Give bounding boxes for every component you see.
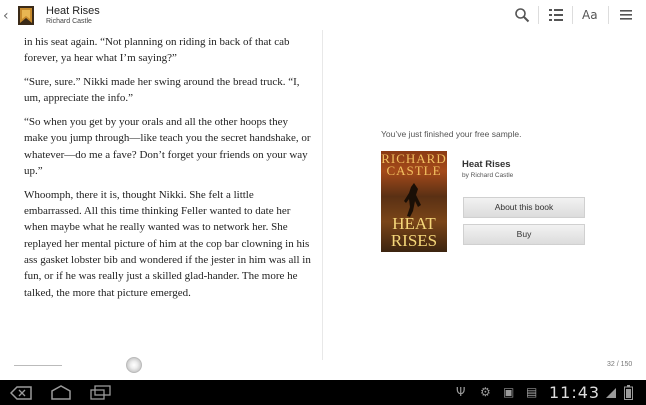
book-title: Heat Rises (462, 159, 511, 170)
book-cover[interactable]: RICHARD CASTLE HEAT RISES (381, 151, 447, 252)
sync-icon: ⚙ (480, 385, 491, 399)
cover-title-line: RISES (390, 231, 438, 250)
clock: 11:43 (549, 383, 601, 402)
paragraph: “Sure, sure.” Nikki made her swing aroun… (24, 76, 300, 105)
back-chevron-icon[interactable]: ‹ (3, 8, 9, 24)
about-this-book-button[interactable]: About this book (463, 197, 585, 218)
paragraph: “So when you get by your orals and all t… (24, 116, 311, 178)
cover-title: HEAT RISES (381, 215, 447, 249)
page-slider-handle[interactable] (126, 357, 142, 373)
view-settings-icon[interactable]: Aa (582, 8, 598, 22)
action-bar: ‹ Heat Rises Richard Castle Aa (0, 0, 646, 30)
battery-icon (624, 385, 633, 400)
book-author: by Richard Castle (462, 172, 514, 179)
recent-apps-icon[interactable] (90, 385, 112, 400)
sample-finished-message: You’ve just finished your free sample. (381, 129, 522, 139)
paragraph: Whoomph, there it is, thought Nikki. She… (24, 188, 311, 299)
reading-progress-bar (14, 365, 62, 366)
screenshot-icon: ▤ (526, 385, 538, 399)
toolbar-divider (538, 6, 539, 24)
cover-title-line: HEAT (392, 214, 436, 233)
page-divider (322, 30, 323, 360)
books-app-icon[interactable] (16, 4, 36, 26)
left-page-text: in his seat again. “Not planning on ridi… (24, 34, 312, 308)
toolbar-divider (572, 6, 573, 24)
cover-author: RICHARD CASTLE (381, 151, 447, 178)
usb-icon: Ψ (456, 385, 466, 399)
notification-icon: ▣ (503, 385, 515, 399)
search-icon[interactable] (514, 7, 530, 23)
book-title-header: Heat Rises (46, 5, 100, 17)
toolbar-divider (608, 6, 609, 24)
nav-home-icon[interactable] (50, 385, 72, 400)
table-of-contents-icon[interactable] (548, 7, 564, 23)
nav-back-icon[interactable] (10, 386, 32, 400)
buy-button[interactable]: Buy (463, 224, 585, 245)
book-author-header: Richard Castle (46, 18, 92, 25)
wifi-icon (606, 388, 616, 398)
page-indicator: 32 / 150 (607, 361, 633, 368)
paragraph: in his seat again. “Not planning on ridi… (24, 36, 290, 65)
menu-icon[interactable] (618, 7, 634, 23)
